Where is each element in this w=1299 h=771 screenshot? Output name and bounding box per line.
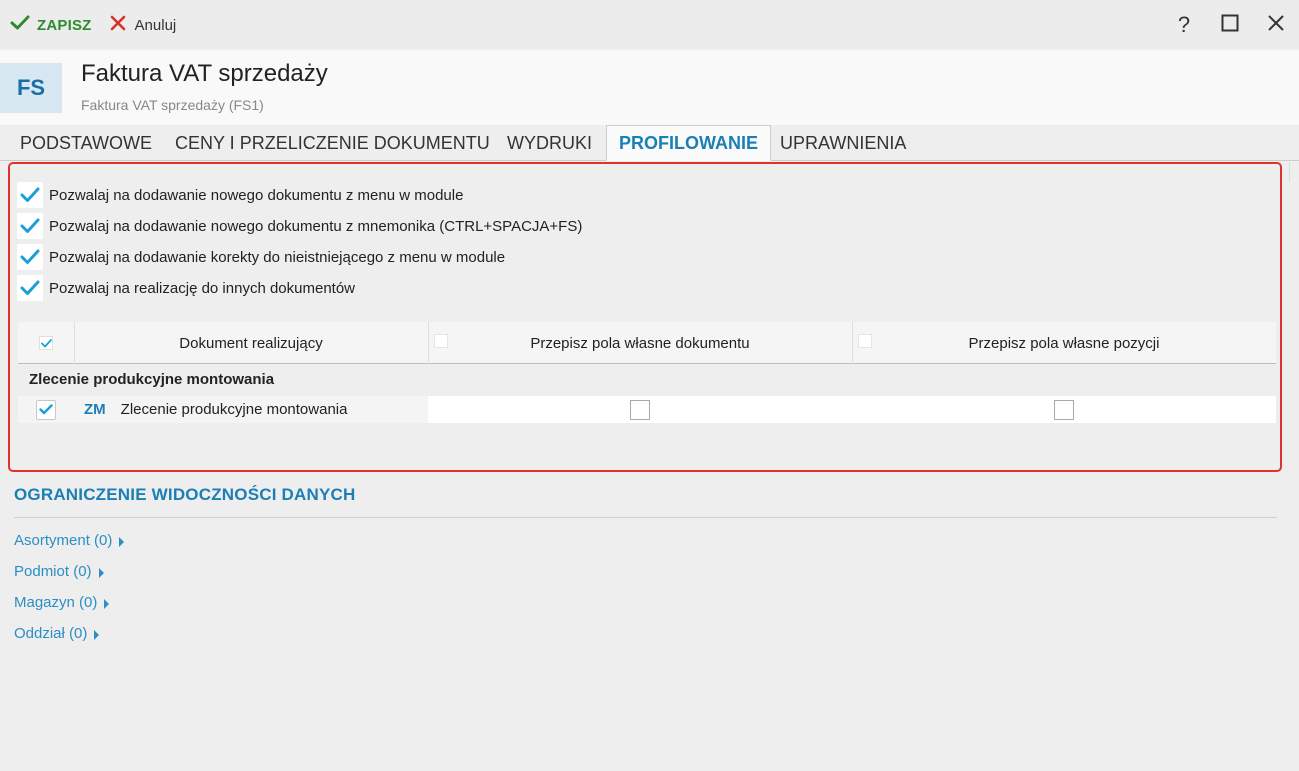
row-document-cell: ZM Zlecenie produkcyjne montowania	[74, 396, 428, 423]
link-label: Asortyment (0)	[14, 532, 113, 549]
link-podmiot[interactable]: Podmiot (0)	[14, 563, 104, 580]
option-label: Pozwalaj na dodawanie nowego dokumentu z…	[49, 217, 583, 235]
maximize-icon	[1221, 14, 1239, 37]
checkmark-icon	[20, 249, 40, 264]
option-add-correction[interactable]: Pozwalaj na dodawanie korekty do nieistn…	[17, 244, 505, 270]
row-copy-doc-cell	[428, 396, 852, 423]
highlight-frame	[8, 162, 1282, 472]
column-header-copy-doc-fields[interactable]: Przepisz pola własne dokumentu	[428, 322, 852, 364]
close-icon	[1267, 14, 1285, 37]
tab-podstawowe[interactable]: PODSTAWOWE	[8, 125, 164, 161]
page-title: Faktura VAT sprzedaży	[81, 60, 328, 87]
close-x-icon	[110, 15, 126, 36]
tab-uprawnienia[interactable]: UPRAWNIENIA	[768, 125, 918, 161]
tab-ceny-i-przeliczenie[interactable]: CENY I PRZELICZENIE DOKUMENTU	[163, 125, 502, 161]
tab-wydruki[interactable]: WYDRUKI	[495, 125, 604, 161]
help-button[interactable]: ?	[1161, 0, 1207, 50]
link-magazyn[interactable]: Magazyn (0)	[14, 594, 110, 611]
window-controls: ?	[1161, 0, 1299, 50]
checkmark-icon	[20, 187, 40, 202]
select-all-checkbox[interactable]	[39, 336, 53, 350]
tab-bar: PODSTAWOWE CENY I PRZELICZENIE DOKUMENTU…	[0, 125, 1299, 161]
link-label: Podmiot (0)	[14, 563, 92, 580]
toolbar: ZAPISZ Anuluj ?	[0, 0, 1299, 50]
option-checkbox[interactable]	[17, 213, 43, 239]
option-label: Pozwalaj na dodawanie korekty do nieistn…	[49, 248, 506, 266]
tab-profilowanie[interactable]: PROFILOWANIE	[606, 125, 771, 161]
help-icon: ?	[1177, 12, 1191, 37]
checkmark-icon	[20, 218, 40, 233]
checkmark-icon	[10, 15, 30, 36]
expand-arrow-icon	[94, 630, 100, 640]
option-add-from-mnemonic[interactable]: Pozwalaj na dodawanie nowego dokumentu z…	[17, 213, 582, 239]
group-label: Zlecenie produkcyjne montowania	[29, 371, 275, 388]
copy-doc-fields-checkbox[interactable]	[630, 399, 650, 420]
expand-arrow-icon	[98, 568, 104, 578]
checkmark-icon	[40, 338, 52, 347]
option-label: Pozwalaj na dodawanie nowego dokumentu z…	[49, 186, 464, 204]
link-asortyment[interactable]: Asortyment (0)	[14, 532, 125, 549]
save-button[interactable]: ZAPISZ	[10, 10, 92, 40]
maximize-button[interactable]	[1207, 0, 1253, 50]
row-select-checkbox[interactable]	[36, 399, 56, 420]
save-label: ZAPISZ	[37, 16, 92, 34]
checkmark-icon	[20, 280, 40, 295]
document-name: Zlecenie produkcyjne montowania	[120, 401, 348, 418]
grid-header: Dokument realizujący Przepisz pola własn…	[18, 322, 1276, 364]
option-checkbox[interactable]	[17, 182, 43, 208]
close-button[interactable]	[1253, 0, 1299, 50]
row-copy-item-cell	[852, 396, 1276, 423]
scrollbar[interactable]	[1289, 162, 1299, 182]
link-oddzial[interactable]: Oddział (0)	[14, 625, 100, 642]
option-label: Pozwalaj na realizację do innych dokumen…	[49, 279, 356, 297]
option-checkbox[interactable]	[17, 244, 43, 270]
column-header-copy-item-fields[interactable]: Przepisz pola własne pozycji	[852, 322, 1276, 364]
page-subtitle: Faktura VAT sprzedaży (FS1)	[81, 97, 264, 113]
cancel-label: Anuluj	[134, 16, 177, 34]
link-label: Oddział (0)	[14, 625, 88, 642]
link-label: Magazyn (0)	[14, 594, 98, 611]
copy-item-fields-checkbox[interactable]	[1054, 399, 1074, 420]
visibility-section-title: OGRANICZENIE WIDOCZNOŚCI DANYCH	[14, 485, 356, 504]
document-header: FS Faktura VAT sprzedaży Faktura VAT spr…	[0, 50, 1299, 125]
option-checkbox[interactable]	[17, 275, 43, 301]
checkmark-icon	[39, 404, 53, 415]
cancel-button[interactable]: Anuluj	[110, 10, 177, 40]
expand-arrow-icon	[119, 537, 125, 547]
option-add-from-menu[interactable]: Pozwalaj na dodawanie nowego dokumentu z…	[17, 182, 463, 208]
expand-arrow-icon	[104, 599, 110, 609]
document-type-badge: FS	[0, 63, 62, 113]
divider	[14, 517, 1277, 518]
column-header-document[interactable]: Dokument realizujący	[74, 322, 428, 364]
row-select-cell	[18, 396, 74, 423]
option-realization[interactable]: Pozwalaj na realizację do innych dokumen…	[17, 275, 355, 301]
document-code: ZM	[84, 401, 106, 418]
header-select-all[interactable]	[18, 322, 74, 364]
table-row[interactable]: ZM Zlecenie produkcyjne montowania	[18, 396, 1276, 423]
